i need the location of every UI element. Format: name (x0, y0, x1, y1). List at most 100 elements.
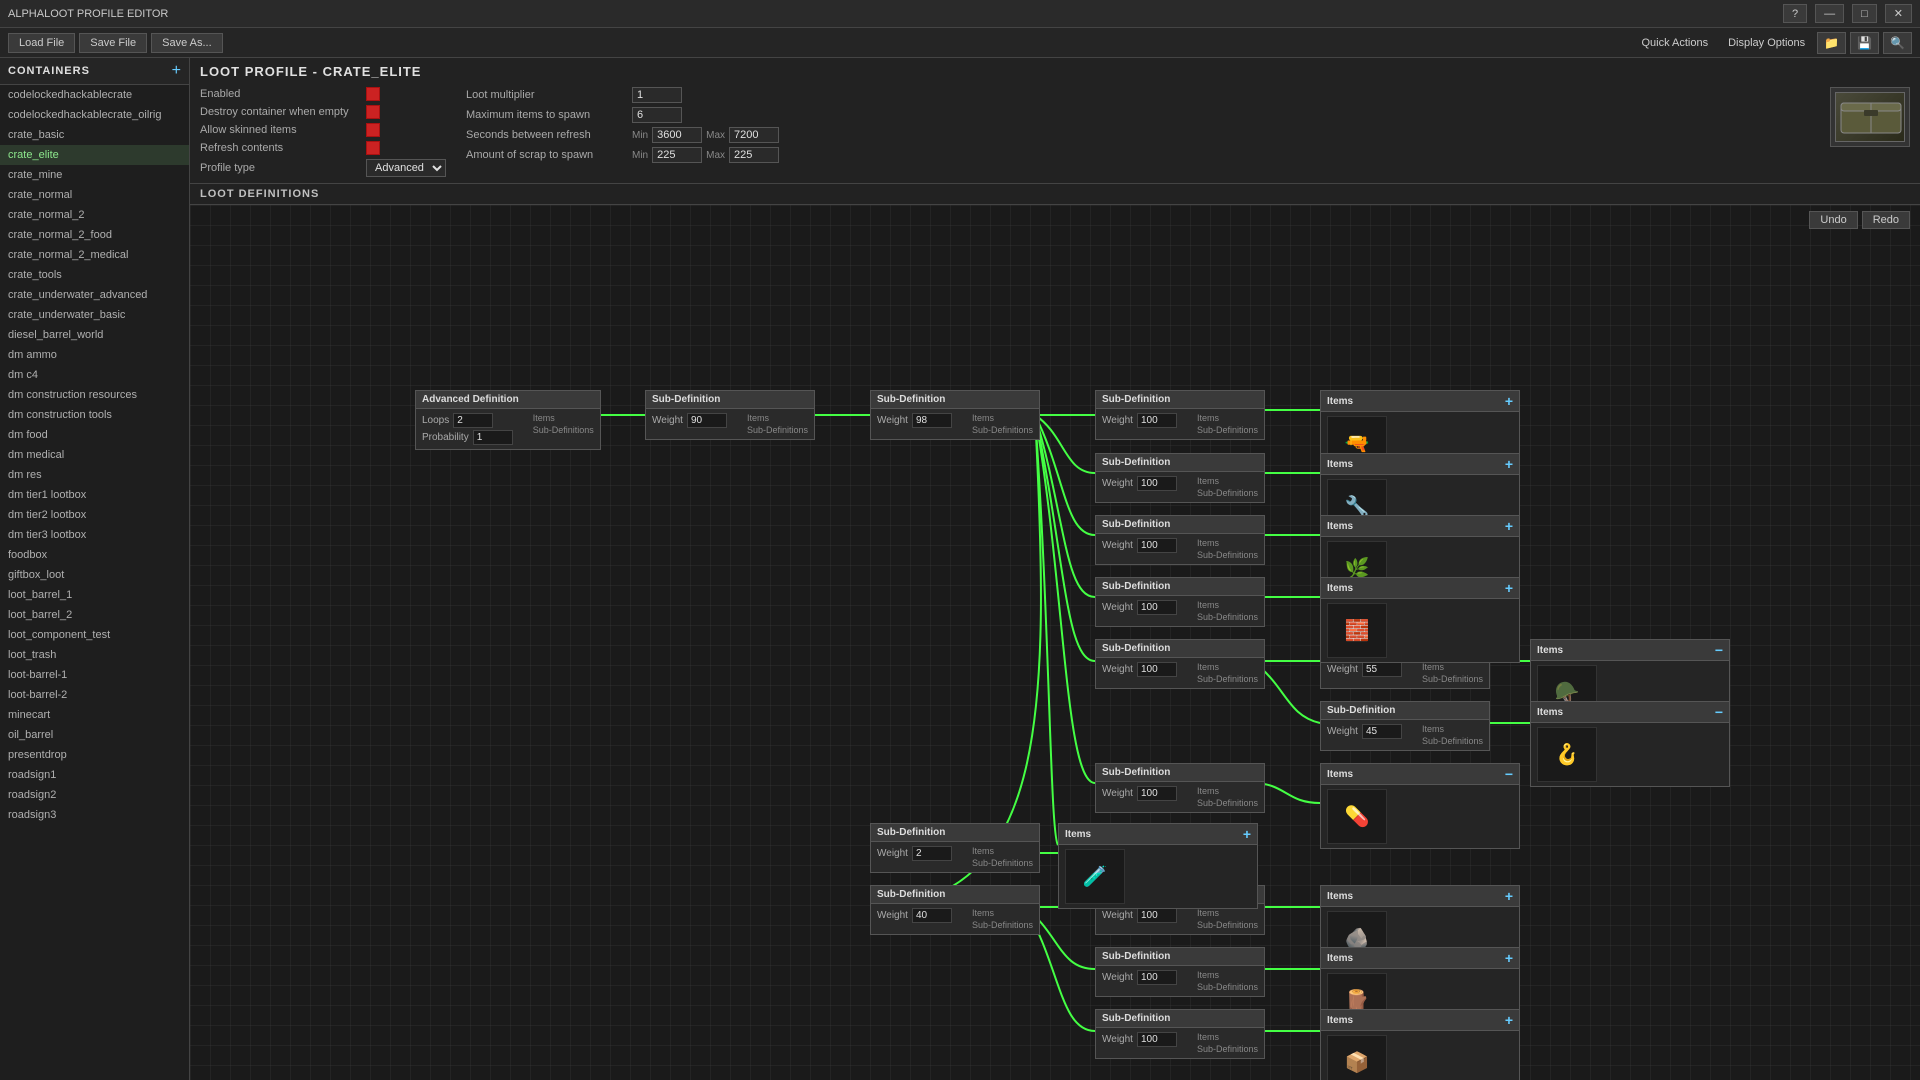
items-add-4[interactable]: + (1505, 581, 1513, 595)
items-card-4[interactable]: Items + 🧱 (1320, 577, 1520, 663)
items-card-5b[interactable]: Items − 🪝 (1530, 701, 1730, 787)
sub-def-40b[interactable]: Sub-Definition Weight ItemsSub-Definitio… (1095, 947, 1265, 997)
destroy-toggle[interactable] (366, 105, 380, 119)
save-icon-button[interactable]: 💾 (1850, 32, 1879, 54)
sidebar-item[interactable]: oil_barrel (0, 725, 189, 745)
profile-type-select[interactable]: Advanced Basic (366, 159, 446, 177)
prob-input[interactable] (473, 430, 513, 445)
sidebar-item[interactable]: dm c4 (0, 365, 189, 385)
loops-input[interactable] (453, 413, 493, 428)
sidebar-item[interactable]: loot-barrel-2 (0, 685, 189, 705)
sub-def-3e[interactable]: Sub-Definition Weight ItemsSub-Definitio… (1095, 639, 1265, 689)
w4b[interactable] (1362, 724, 1402, 739)
w40a[interactable] (1137, 908, 1177, 923)
search-icon-button[interactable]: 🔍 (1883, 32, 1912, 54)
w40b[interactable] (1137, 970, 1177, 985)
loot-multiplier-input[interactable]: 1 (632, 87, 682, 103)
redo-button[interactable]: Redo (1862, 211, 1910, 229)
w3c[interactable] (1137, 538, 1177, 553)
sidebar-item[interactable]: loot_trash (0, 645, 189, 665)
sidebar-item[interactable]: loot_barrel_2 (0, 605, 189, 625)
sidebar-item[interactable]: crate_underwater_advanced (0, 285, 189, 305)
w3a[interactable] (1137, 413, 1177, 428)
sidebar-item[interactable]: dm food (0, 425, 189, 445)
sidebar-item[interactable]: crate_normal_2_food (0, 225, 189, 245)
save-as-button[interactable]: Save As... (151, 33, 223, 53)
allow-skinned-toggle[interactable] (366, 123, 380, 137)
display-options-label[interactable]: Display Options (1720, 34, 1813, 52)
sidebar-item[interactable]: codelockedhackablecrate_oilrig (0, 105, 189, 125)
wlow[interactable] (912, 846, 952, 861)
w40[interactable] (912, 908, 952, 923)
sidebar-item[interactable]: dm tier1 lootbox (0, 485, 189, 505)
items-card-low[interactable]: Items + 🧪 (1058, 823, 1258, 909)
sidebar-item[interactable]: minecart (0, 705, 189, 725)
w3e[interactable] (1137, 662, 1177, 677)
sidebar-item[interactable]: roadsign3 (0, 805, 189, 825)
items-add-low[interactable]: + (1243, 827, 1251, 841)
sidebar-item[interactable]: crate_elite (0, 145, 189, 165)
sidebar-item[interactable]: dm construction tools (0, 405, 189, 425)
sidebar-item[interactable]: crate_normal_2_medical (0, 245, 189, 265)
sub-def-40[interactable]: Sub-Definition Weight ItemsSub-Definitio… (870, 885, 1040, 935)
sidebar-add-button[interactable]: + (172, 63, 181, 79)
scrap-max-input[interactable] (729, 147, 779, 163)
items-add-40c[interactable]: + (1505, 1013, 1513, 1027)
undo-button[interactable]: Undo (1809, 211, 1857, 229)
sidebar-item[interactable]: crate_underwater_basic (0, 305, 189, 325)
sidebar-list[interactable]: codelockedhackablecratecodelockedhackabl… (0, 85, 189, 1080)
enabled-toggle[interactable] (366, 87, 380, 101)
sidebar-item[interactable]: dm medical (0, 445, 189, 465)
sidebar-item[interactable]: crate_basic (0, 125, 189, 145)
items-add-5a[interactable]: − (1715, 643, 1723, 657)
sidebar-item[interactable]: dm tier3 lootbox (0, 525, 189, 545)
items-card-6[interactable]: Items − 💊 (1320, 763, 1520, 849)
sub-def-3a[interactable]: Sub-Definition Weight ItemsSub-Definitio… (1095, 390, 1265, 440)
sub-def-3f[interactable]: Sub-Definition Weight ItemsSub-Definitio… (1095, 763, 1265, 813)
items-add-1[interactable]: + (1505, 394, 1513, 408)
sub-def-node-2[interactable]: Sub-Definition Weight Items Sub-Definiti… (870, 390, 1040, 440)
sidebar-item[interactable]: presentdrop (0, 745, 189, 765)
seconds-min-input[interactable] (652, 127, 702, 143)
sidebar-item[interactable]: dm ammo (0, 345, 189, 365)
w3f[interactable] (1137, 786, 1177, 801)
minimize-button[interactable]: — (1815, 4, 1844, 23)
sub-def-4b[interactable]: Sub-Definition Weight ItemsSub-Definitio… (1320, 701, 1490, 751)
w3b[interactable] (1137, 476, 1177, 491)
close-button[interactable]: ✕ (1885, 4, 1912, 23)
load-file-button[interactable]: Load File (8, 33, 75, 53)
items-add-40a[interactable]: + (1505, 889, 1513, 903)
weight-input-1[interactable] (687, 413, 727, 428)
w3d[interactable] (1137, 600, 1177, 615)
sidebar-item[interactable]: dm tier2 lootbox (0, 505, 189, 525)
sidebar-item[interactable]: roadsign1 (0, 765, 189, 785)
sidebar-item[interactable]: loot_barrel_1 (0, 585, 189, 605)
sidebar-item[interactable]: crate_mine (0, 165, 189, 185)
maximize-button[interactable]: □ (1852, 4, 1877, 23)
items-card-40c[interactable]: Items + 📦 (1320, 1009, 1520, 1080)
help-button[interactable]: ? (1783, 4, 1807, 23)
sidebar-item[interactable]: loot-barrel-1 (0, 665, 189, 685)
advanced-def-node[interactable]: Advanced Definition Loops Probability It… (415, 390, 601, 450)
items-add-6[interactable]: − (1505, 767, 1513, 781)
items-add-40b[interactable]: + (1505, 951, 1513, 965)
sub-def-3c[interactable]: Sub-Definition Weight ItemsSub-Definitio… (1095, 515, 1265, 565)
sub-def-3d[interactable]: Sub-Definition Weight ItemsSub-Definitio… (1095, 577, 1265, 627)
sidebar-item[interactable]: dm res (0, 465, 189, 485)
sidebar-item[interactable]: loot_component_test (0, 625, 189, 645)
quick-actions-label[interactable]: Quick Actions (1633, 34, 1716, 52)
sidebar-item[interactable]: crate_tools (0, 265, 189, 285)
sidebar-item[interactable]: crate_normal_2 (0, 205, 189, 225)
sidebar-item[interactable]: giftbox_loot (0, 565, 189, 585)
sub-def-3b[interactable]: Sub-Definition Weight ItemsSub-Definitio… (1095, 453, 1265, 503)
w4a[interactable] (1362, 662, 1402, 677)
sub-def-node-1[interactable]: Sub-Definition Weight Items Sub-Definiti… (645, 390, 815, 440)
items-add-5b[interactable]: − (1715, 705, 1723, 719)
seconds-max-input[interactable] (729, 127, 779, 143)
items-add-3[interactable]: + (1505, 519, 1513, 533)
w40c[interactable] (1137, 1032, 1177, 1047)
sidebar-item[interactable]: roadsign2 (0, 785, 189, 805)
sidebar-item[interactable]: crate_normal (0, 185, 189, 205)
sidebar-item[interactable]: foodbox (0, 545, 189, 565)
refresh-toggle[interactable] (366, 141, 380, 155)
